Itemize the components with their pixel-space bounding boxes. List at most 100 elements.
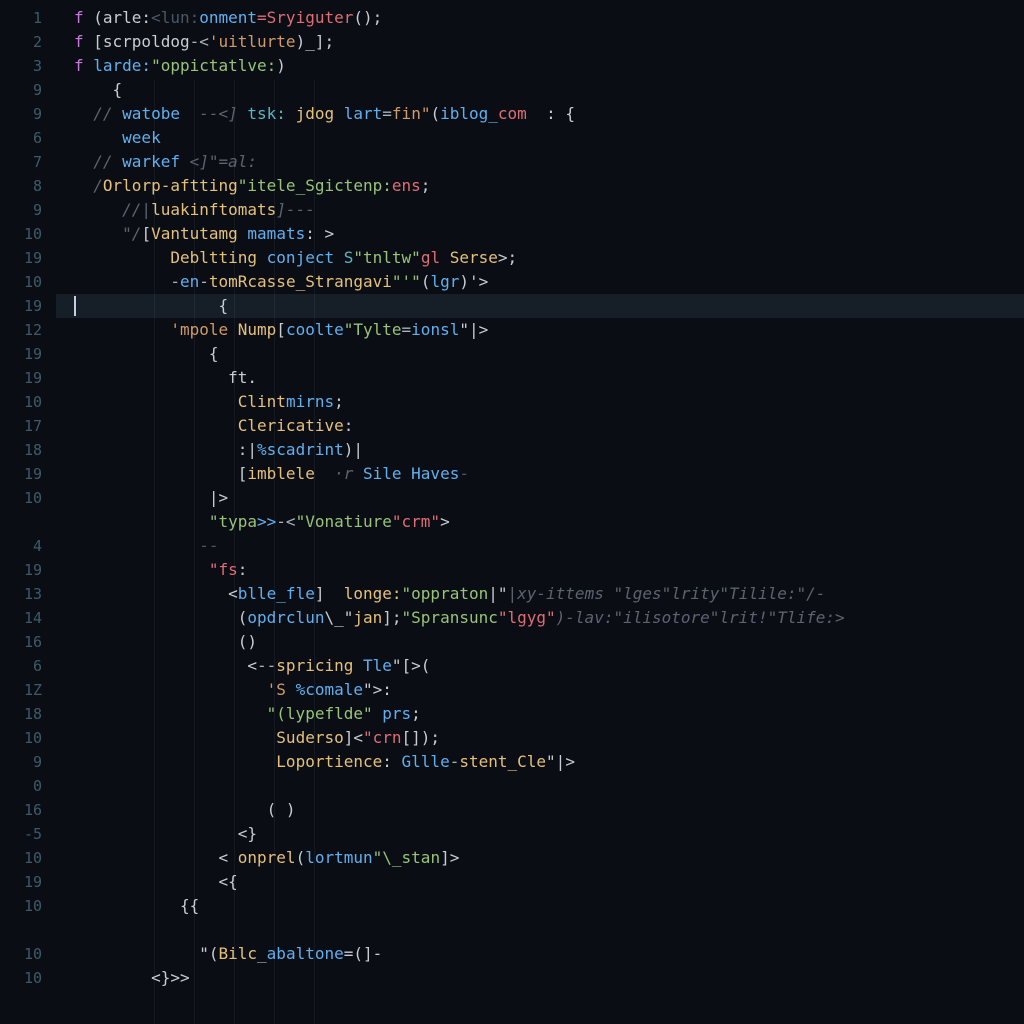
- code-token: <{: [74, 872, 238, 891]
- code-line[interactable]: ( ): [56, 798, 1024, 822]
- code-line[interactable]: <}: [56, 822, 1024, 846]
- code-token: "Vonatiure: [296, 512, 392, 531]
- code-token: ( ): [74, 800, 296, 819]
- code-token: Suderso: [276, 728, 343, 747]
- code-line[interactable]: // watobe --<] tsk: jdog lart=fin"(iblog…: [56, 102, 1024, 126]
- line-number: 17: [0, 414, 56, 438]
- code-area[interactable]: f (arle:<lun:onment=Sryiguter();f [scrpo…: [56, 0, 1024, 1024]
- code-token: )|: [344, 440, 363, 459]
- code-line[interactable]: {{: [56, 894, 1024, 918]
- line-number: -5: [0, 822, 56, 846]
- code-token: [: [276, 320, 286, 339]
- code-line[interactable]: f [scrpoldog-<'uitlurte)_];: [56, 30, 1024, 54]
- code-token: onprel: [238, 848, 296, 867]
- code-line[interactable]: {: [56, 294, 1024, 318]
- line-number: 19: [0, 870, 56, 894]
- code-line[interactable]: [56, 918, 1024, 942]
- code-token: "lgyg": [498, 608, 556, 627]
- code-line[interactable]: Loportience: Gllle-stent_Cle"|>: [56, 750, 1024, 774]
- code-line[interactable]: f (arle:<lun:onment=Sryiguter();: [56, 6, 1024, 30]
- code-line[interactable]: Debltting conject S"tnltw"gl Serse>;: [56, 246, 1024, 270]
- code-token: stent_Cle: [459, 752, 546, 771]
- code-token: "(lypeflde": [267, 704, 373, 723]
- line-number: 10: [0, 894, 56, 918]
- code-token: >: [440, 512, 450, 531]
- code-token: mirns: [286, 392, 334, 411]
- line-number: 10: [0, 942, 56, 966]
- line-number: 19: [0, 366, 56, 390]
- code-token: imblele: [247, 464, 314, 483]
- code-line[interactable]: (): [56, 630, 1024, 654]
- line-number: 1: [0, 6, 56, 30]
- code-token: tsk:: [238, 104, 286, 123]
- code-token: ens: [392, 176, 421, 195]
- code-line[interactable]: (opdrclun\_"jan];"Spransunc"lgyg")-lav:"…: [56, 606, 1024, 630]
- code-token: "itele_Sgictenp:: [238, 176, 392, 195]
- code-token: jdog: [286, 104, 334, 123]
- code-token: {: [74, 344, 219, 363]
- code-line[interactable]: "(lypeflde" prs;: [56, 702, 1024, 726]
- code-line[interactable]: "(Bilc_abaltone=(]-: [56, 942, 1024, 966]
- code-token: longe:: [344, 584, 402, 603]
- code-line[interactable]: <--spricing Tle"[>(: [56, 654, 1024, 678]
- line-number: 18: [0, 438, 56, 462]
- code-line[interactable]: --: [56, 534, 1024, 558]
- code-line[interactable]: "fs:: [56, 558, 1024, 582]
- line-number: 18: [0, 702, 56, 726]
- code-token: Clericative: [238, 416, 344, 435]
- code-token: prs: [373, 704, 412, 723]
- code-line[interactable]: //|luakinftomats]---: [56, 198, 1024, 222]
- code-token: //: [74, 104, 122, 123]
- code-editor[interactable]: 1239967891019101912191910171819104191314…: [0, 0, 1024, 1024]
- code-line[interactable]: <{: [56, 870, 1024, 894]
- code-line[interactable]: 'S %comale">:: [56, 678, 1024, 702]
- code-token: []);: [402, 728, 441, 747]
- line-number: 4: [0, 534, 56, 558]
- code-token: --: [74, 536, 219, 555]
- code-token: ·r: [315, 464, 363, 483]
- code-token: [74, 728, 276, 747]
- code-token: "'": [392, 272, 421, 291]
- code-token: jan: [353, 608, 382, 627]
- code-line[interactable]: [imblele ·r Sile Haves-: [56, 462, 1024, 486]
- code-line[interactable]: -en-tomRcasse_Strangavi"'"(lgr)'>: [56, 270, 1024, 294]
- code-token: (arle:: [93, 8, 151, 27]
- code-line[interactable]: ft.: [56, 366, 1024, 390]
- line-number: 9: [0, 198, 56, 222]
- code-line[interactable]: "/[Vantutamg mamats: >: [56, 222, 1024, 246]
- code-line[interactable]: /Orlorp-aftting"itele_Sgictenp:ens;: [56, 174, 1024, 198]
- code-token: )_];: [296, 32, 335, 51]
- code-line[interactable]: :|%scadrint)|: [56, 438, 1024, 462]
- code-line[interactable]: Suderso]<"crn[]);: [56, 726, 1024, 750]
- text-cursor: [74, 296, 76, 316]
- line-number-gutter: 1239967891019101912191910171819104191314…: [0, 0, 56, 1024]
- code-token: ]---: [276, 200, 315, 219]
- line-number: 16: [0, 798, 56, 822]
- code-line[interactable]: 'mpole Nump[coolte"Tylte=ionsl"|>: [56, 318, 1024, 342]
- code-token: ">:: [363, 680, 392, 699]
- code-token: )-lav:"ilisotore"lrit!"Tlife:>: [556, 608, 845, 627]
- code-token: <}>>: [74, 968, 190, 987]
- code-line[interactable]: <}>>: [56, 966, 1024, 990]
- code-line[interactable]: {: [56, 342, 1024, 366]
- code-line[interactable]: f larde:"oppictatlve:): [56, 54, 1024, 78]
- code-line[interactable]: <blle_fle] longe:"oppraton|"|xy-ittems "…: [56, 582, 1024, 606]
- code-token: %scadrint: [257, 440, 344, 459]
- code-line[interactable]: week: [56, 126, 1024, 150]
- code-line[interactable]: {: [56, 78, 1024, 102]
- code-line[interactable]: "typa>>-<"Vonatiure"crm">: [56, 510, 1024, 534]
- code-token: /: [74, 176, 103, 195]
- code-token: iblog_: [440, 104, 498, 123]
- code-line[interactable]: [56, 774, 1024, 798]
- code-token: gl: [421, 248, 440, 267]
- code-line[interactable]: // warkef <]"=al:: [56, 150, 1024, 174]
- code-token: ft.: [74, 368, 257, 387]
- code-line[interactable]: |>: [56, 486, 1024, 510]
- code-token: <]"=al:: [180, 152, 257, 171]
- code-token: Sile Haves: [363, 464, 459, 483]
- code-line[interactable]: < onprel(lortmun"\_stan]>: [56, 846, 1024, 870]
- line-number: 10: [0, 486, 56, 510]
- code-line[interactable]: Clericative:: [56, 414, 1024, 438]
- line-number: 6: [0, 654, 56, 678]
- code-line[interactable]: Clintmirns;: [56, 390, 1024, 414]
